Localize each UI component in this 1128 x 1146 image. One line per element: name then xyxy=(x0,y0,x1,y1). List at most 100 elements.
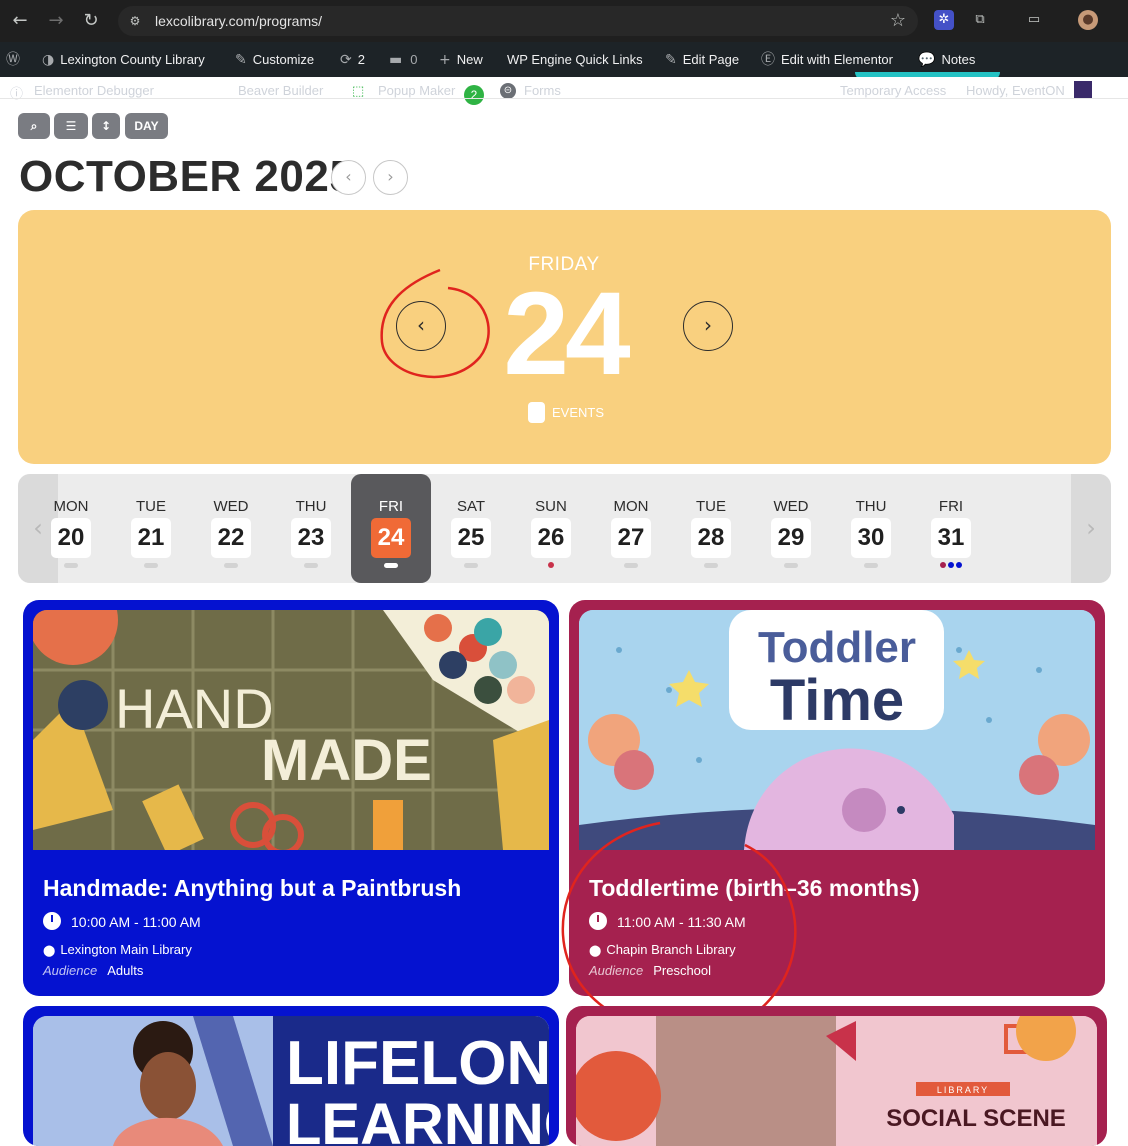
wp-engine-link[interactable]: WP Engine Quick Links xyxy=(507,42,643,77)
user-avatar[interactable] xyxy=(1074,81,1092,99)
site-settings-icon[interactable]: ⚙ xyxy=(126,12,144,30)
forward-icon[interactable]: → xyxy=(44,9,68,33)
strip-day-31[interactable]: FRI 31 xyxy=(911,474,991,583)
strip-day-number: 25 xyxy=(451,518,491,558)
browser-toolbar: ← → ↻ ⚙ lexcolibrary.com/programs/ ☆ ✲ ⧉… xyxy=(0,0,1128,42)
strip-day-number: 20 xyxy=(51,518,91,558)
strip-day-25[interactable]: SAT 25 xyxy=(431,474,511,583)
events-label: EVENTS xyxy=(552,405,605,420)
customize-link[interactable]: ✎ Customize xyxy=(235,42,314,77)
popup-maker-link[interactable]: Popup Maker xyxy=(378,83,455,98)
lifelong-text-1: LIFELONG xyxy=(286,1029,549,1098)
strip-day-name: FRI xyxy=(378,498,404,515)
url-text[interactable]: lexcolibrary.com/programs/ xyxy=(155,12,322,30)
annotation-circle-arrow xyxy=(380,268,490,379)
beaver-builder-link[interactable]: Beaver Builder xyxy=(238,83,323,98)
search-button[interactable]: ⌕ xyxy=(18,113,50,139)
elementor-icon: Ⓔ xyxy=(761,52,775,68)
dashboard-icon: ◑ xyxy=(42,52,55,68)
strip-day-30[interactable]: THU 30 xyxy=(831,474,911,583)
extension-icon[interactable]: ✲ xyxy=(934,10,954,30)
edit-page-link[interactable]: ✎ Edit Page xyxy=(665,42,739,77)
handmade-text-2: MADE xyxy=(261,728,432,793)
strip-day-bar xyxy=(384,563,398,568)
strip-day-number: 22 xyxy=(211,518,251,558)
strip-day-number: 28 xyxy=(691,518,731,558)
social-scene-illustration: LIBRARY SOCIAL SCENE xyxy=(576,1016,1097,1146)
lifelong-image: LIFELONG LEARNING xyxy=(33,1016,549,1146)
day-number: 24 xyxy=(503,268,630,400)
strip-day-bar xyxy=(64,563,78,568)
event-card-social-scene[interactable]: LIBRARY SOCIAL SCENE xyxy=(566,1006,1107,1146)
event-location-row: ⬤ Lexington Main Library xyxy=(43,942,192,957)
event-dot xyxy=(948,562,954,568)
next-month-button[interactable]: › xyxy=(373,160,408,195)
lifelong-illustration: LIFELONG LEARNING xyxy=(33,1016,549,1146)
strip-day-number: 23 xyxy=(291,518,331,558)
events-indicator xyxy=(528,402,545,423)
event-dot xyxy=(940,562,946,568)
strip-day-name: WED xyxy=(213,498,249,515)
strip-day-27[interactable]: MON 27 xyxy=(591,474,671,583)
strip-day-23[interactable]: THU 23 xyxy=(271,474,351,583)
strip-day-name: WED xyxy=(773,498,809,515)
event-card-handmade[interactable]: HAND MADE Handmade: Anything but a Paint… xyxy=(23,600,559,996)
strip-day-name: MON xyxy=(613,498,649,515)
handmade-image: HAND MADE xyxy=(33,610,549,850)
event-dot xyxy=(956,562,962,568)
strip-next-button[interactable]: › xyxy=(1071,474,1111,583)
strip-day-bar xyxy=(704,563,718,568)
strip-day-24[interactable]: FRI 24 xyxy=(351,474,431,583)
strip-day-name: SUN xyxy=(535,498,567,515)
strip-day-name: TUE xyxy=(696,498,726,515)
sort-icon: ↕ xyxy=(100,119,112,133)
strip-day-bar xyxy=(464,563,478,568)
strip-day-28[interactable]: TUE 28 xyxy=(671,474,751,583)
bookmark-star-icon[interactable]: ☆ xyxy=(890,11,906,31)
strip-day-bar xyxy=(144,563,158,568)
debugger-link[interactable]: Elementor Debugger xyxy=(34,83,154,98)
forms-link[interactable]: Forms xyxy=(524,83,561,98)
month-title: OCTOBER 2025 xyxy=(19,152,355,201)
location-pin-icon: ⬤ xyxy=(43,944,56,957)
strip-day-name: SAT xyxy=(456,498,486,515)
clock-icon xyxy=(43,912,61,930)
popup-icon: ⬚ xyxy=(352,83,365,98)
reload-icon[interactable]: ↻ xyxy=(79,9,103,33)
howdy-link[interactable]: Howdy, EventON xyxy=(966,83,1065,98)
sort-button[interactable]: ↕ xyxy=(92,113,120,139)
prev-month-button[interactable]: ‹ xyxy=(331,160,366,195)
cast-icon[interactable]: ▭ xyxy=(1024,10,1044,30)
strip-day-name: THU xyxy=(855,498,887,515)
address-bar[interactable]: ⚙ lexcolibrary.com/programs/ ☆ xyxy=(118,6,918,36)
popup-count-badge: 2 xyxy=(464,85,484,105)
event-card-lifelong[interactable]: LIFELONG LEARNING xyxy=(23,1006,559,1146)
toddlertime-image: Toddler Time xyxy=(579,610,1095,850)
next-day-button[interactable]: › xyxy=(683,301,733,351)
strip-day-number: 31 xyxy=(931,518,971,558)
faded-toolbar: ⓘ Elementor Debugger Beaver Builder ⬚ Po… xyxy=(0,77,1128,105)
wp-admin-bar: Ⓦ ◑ Lexington County Library ✎ Customize ⟳… xyxy=(0,42,1128,80)
strip-day-name: THU xyxy=(295,498,327,515)
social-scene-image: LIBRARY SOCIAL SCENE xyxy=(576,1016,1097,1146)
strip-day-20[interactable]: MON 20 xyxy=(31,474,111,583)
strip-day-21[interactable]: TUE 21 xyxy=(111,474,191,583)
updates-link[interactable]: ⟳ 2 xyxy=(340,42,365,77)
new-link[interactable]: + New xyxy=(439,42,483,77)
temp-access-link[interactable]: Temporary Access xyxy=(840,83,946,98)
strip-day-29[interactable]: WED 29 xyxy=(751,474,831,583)
day-view-button[interactable]: DAY xyxy=(125,113,168,139)
event-title[interactable]: Handmade: Anything but a Paintbrush xyxy=(43,875,461,902)
site-name-link[interactable]: ◑ Lexington County Library xyxy=(42,42,205,77)
puzzle-icon[interactable]: ⧉ xyxy=(970,10,990,30)
divider xyxy=(0,98,1128,99)
comments-link[interactable]: ▬ 0 xyxy=(389,42,417,77)
profile-avatar[interactable]: ● xyxy=(1078,10,1098,30)
wordpress-logo-icon[interactable]: Ⓦ xyxy=(6,42,26,77)
filter-button[interactable]: ☰ xyxy=(54,113,88,139)
event-audience-row: Audience Adults xyxy=(43,963,144,978)
strip-day-26[interactable]: SUN 26 xyxy=(511,474,591,583)
strip-day-22[interactable]: WED 22 xyxy=(191,474,271,583)
back-icon[interactable]: ← xyxy=(8,9,32,33)
strip-day-bar xyxy=(864,563,878,568)
